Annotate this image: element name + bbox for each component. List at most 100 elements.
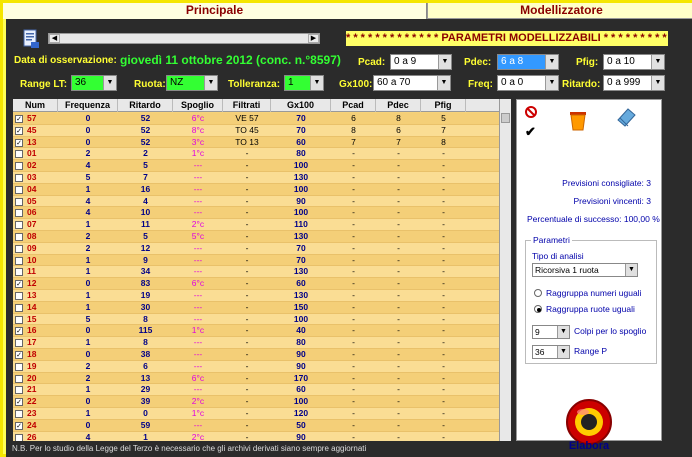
table-row[interactable]: ✓ 13 0 52 3°c TO 13 60 7 7 8 (13, 136, 499, 149)
table-row[interactable]: ✓ 57 0 52 6°c VE 57 70 6 8 5 (13, 113, 499, 125)
cell-pdec: 7 (396, 136, 401, 147)
col-spoglio[interactable]: Spoglio (173, 99, 223, 112)
raggruppa-ruote-radio[interactable] (534, 305, 542, 313)
col-frequenza[interactable]: Frequenza (58, 99, 118, 112)
table-row[interactable]: 20 2 13 6°c - 170 - - - (13, 372, 499, 385)
cell-ritardo: 13 (140, 372, 151, 383)
cell-pfig: - (442, 266, 445, 277)
col-pdec[interactable]: Pdec (376, 99, 421, 112)
freq-select[interactable]: 0 a 0 ▼ (497, 75, 559, 91)
pcad-select[interactable]: 0 a 9 ▼ (390, 54, 452, 70)
table-row[interactable]: 09 2 12 --- -70- - - (13, 242, 499, 255)
raggruppa-numeri-radio[interactable] (534, 289, 542, 297)
table-row[interactable]: 05 4 4 --- -90- - - (13, 195, 499, 208)
table-row[interactable]: ✓ 45 0 52 8°c TO 45 70 8 6 7 (13, 124, 499, 137)
col-ritardo[interactable]: Ritardo (118, 99, 173, 112)
tipo-analisi-select[interactable]: Ricorsiva 1 ruota ▼ (532, 263, 638, 277)
table-row[interactable]: ✓ 24 0 59 --- -50- - - (13, 419, 499, 432)
cell-pcad: - (352, 384, 355, 395)
cell-pfig: - (442, 289, 445, 300)
gx100-select[interactable]: 60 a 70 ▼ (373, 75, 451, 91)
bucket-icon[interactable] (567, 108, 589, 132)
cell-filtrati: - (245, 266, 249, 277)
cell-pfig: - (442, 407, 445, 418)
table-row[interactable]: 10 1 9 --- -70- - - (13, 254, 499, 267)
parametri-group-title: Parametri (531, 235, 572, 245)
table-row[interactable]: 23 1 0 1°c - 120 - - - (13, 407, 499, 420)
col-filtrati[interactable]: Filtrati (223, 99, 271, 112)
scroll-right-arrow-icon[interactable]: ▶ (308, 34, 319, 43)
pfig-select[interactable]: 0 a 10 ▼ (603, 54, 665, 70)
table-row[interactable]: 14 1 30 --- -150- - - (13, 301, 499, 314)
table-row[interactable]: 17 1 8 --- -80- - - (13, 337, 499, 349)
cell-pfig: - (442, 325, 445, 336)
cancel-icon[interactable] (525, 106, 537, 118)
cell-frequenza: 0 (85, 396, 91, 407)
cell-frequenza: 4 (85, 431, 91, 441)
cell-pdec: - (397, 407, 400, 418)
cell-num: 03 (27, 171, 37, 182)
table-row[interactable]: ✓ 18 0 38 --- -90- - - (13, 348, 499, 361)
cell-pcad: - (352, 325, 355, 336)
cell-gx100: 90 (296, 431, 306, 441)
cell-pfig: - (442, 207, 445, 218)
elabora-button[interactable]: Elabora (557, 440, 621, 452)
cell-frequenza: 4 (85, 207, 91, 218)
range-p-select[interactable]: 36 ▼ (532, 345, 570, 359)
tolleranza-select[interactable]: 1 ▼ (284, 75, 324, 91)
table-row[interactable]: 06 4 10 --- -100- - - (13, 207, 499, 220)
table-row[interactable]: 01 2 2 1°c - 80 - - - (13, 148, 499, 161)
cell-frequenza: 2 (85, 148, 91, 159)
col-pcad[interactable]: Pcad (331, 99, 376, 112)
table-row[interactable]: 11 1 34 --- -130- - - (13, 266, 499, 279)
cell-frequenza: 1 (85, 384, 91, 395)
table-row[interactable]: ✓ 22 0 39 2°c -100- - - (13, 396, 499, 408)
cell-spoglio: --- (193, 207, 203, 218)
table-row[interactable]: 15 5 8 --- -100- - - (13, 313, 499, 326)
table-row[interactable]: 13 1 19 --- -130- - - (13, 289, 499, 302)
horizontal-scrollbar[interactable]: ◀ ▶ (48, 33, 320, 44)
cell-filtrati: - (245, 242, 249, 253)
main-panel: ◀ ▶ * * * * * * * * * * * * * PARAMETRI … (6, 19, 692, 457)
tab-modellizzatore[interactable]: Modellizzatore (427, 3, 692, 19)
scroll-thumb[interactable] (501, 113, 510, 123)
table-row[interactable]: ✓ 16 0 115 1°c -40- - - (13, 325, 499, 338)
cell-num: 04 (27, 183, 37, 194)
cell-frequenza: 4 (85, 195, 91, 206)
table-row[interactable]: 26 4 1 2°c - 90 - - - (13, 431, 499, 441)
cell-pcad: - (352, 337, 355, 348)
checkmark-icon[interactable]: ✔ (525, 124, 536, 140)
table-row[interactable]: 21 1 29 --- -60- - - (13, 384, 499, 397)
range-lt-select[interactable]: 36 ▼ (71, 75, 117, 91)
table-row[interactable]: 19 2 6 --- -90- - - (13, 360, 499, 373)
cell-ritardo: 0 (143, 407, 148, 418)
col-num[interactable]: Num (13, 99, 58, 112)
table-row[interactable]: 02 4 5 --- -100- - - (13, 160, 499, 172)
ruota-select[interactable]: NZ ▼ (166, 75, 218, 91)
vertical-scrollbar[interactable] (499, 99, 511, 441)
colpi-select[interactable]: 9 ▼ (532, 325, 570, 339)
table-row[interactable]: 04 1 16 --- -100- - - (13, 183, 499, 196)
cell-pfig: - (442, 242, 445, 253)
scroll-left-arrow-icon[interactable]: ◀ (49, 34, 60, 43)
eraser-icon[interactable] (615, 106, 637, 128)
table-row[interactable]: 08 2 5 5°c - 130 - - - (13, 230, 499, 243)
cell-ritardo: 4 (143, 195, 148, 206)
chevron-down-icon: ▼ (545, 76, 558, 90)
cell-pfig: - (442, 360, 445, 371)
document-icon[interactable] (22, 29, 40, 49)
cell-ritardo: 10 (140, 207, 151, 218)
col-pfig[interactable]: Pfig (421, 99, 466, 112)
previsioni-consigliate: Previsioni consigliate: 3 (562, 178, 651, 188)
table-row[interactable]: ✓ 12 0 83 6°c -60- - - (13, 278, 499, 290)
col-gx100[interactable]: Gx100 (271, 99, 331, 112)
cell-ritardo: 83 (140, 278, 151, 289)
cell-filtrati: - (245, 230, 249, 241)
table-row[interactable]: 07 1 11 2°c -110- - - (13, 219, 499, 231)
ritardo-select[interactable]: 0 a 999 ▼ (603, 75, 665, 91)
cell-frequenza: 5 (85, 171, 91, 182)
tab-principale[interactable]: Principale (3, 3, 427, 19)
pdec-select[interactable]: 6 a 8 ▼ (497, 54, 559, 70)
cell-pfig: - (442, 337, 445, 348)
table-row[interactable]: 03 5 7 --- -130- - - (13, 171, 499, 184)
